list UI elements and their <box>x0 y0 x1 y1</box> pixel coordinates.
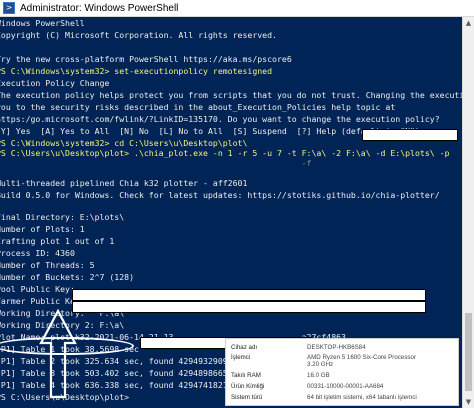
info-label: Takılı RAM <box>231 372 261 379</box>
info-value: AMD Ryzen 5 1600 Six-Core Processor <box>307 354 417 361</box>
info-value: 16.0 GB <box>307 372 330 379</box>
info-label: İşlemci <box>231 354 251 361</box>
info-label: Ürün Kimliği <box>231 383 265 390</box>
redaction-box <box>72 289 426 301</box>
console-line: you to the security risks described in t… <box>0 102 396 112</box>
scroll-up-icon[interactable]: ▲ <box>463 17 474 29</box>
console-line: Final Directory: E:\plots\ <box>0 212 125 222</box>
info-label: Sistem türü <box>231 394 263 401</box>
console-line: Try the new cross-platform PowerShell ht… <box>0 54 292 64</box>
info-row: Takılı RAM 16.0 GB <box>231 372 455 382</box>
info-row: Sistem türü 64 bit işletim sistemi, x64 … <box>231 394 455 404</box>
console-line: Number of Buckets: 2^7 (128) <box>0 272 135 282</box>
console-line: Number of Plots: 1 <box>0 224 85 234</box>
redaction-box <box>72 301 426 313</box>
console-line: Execution Policy Change <box>0 78 110 88</box>
info-row: Ürün Kimliği 00331-10000-00001-AA684 <box>231 383 455 393</box>
powershell-icon: > <box>3 2 15 14</box>
console-line: Pool Public Key: <box>0 284 75 294</box>
scroll-down-icon[interactable]: ▼ <box>463 396 474 408</box>
console-line: -f <box>0 158 312 168</box>
info-row: 3.20 GHz <box>231 361 455 371</box>
info-value: 64 bit işletim sistemi, x64 tabanlı işle… <box>307 394 417 401</box>
info-label: Cihaz adı <box>231 344 258 351</box>
console-line: Number of Threads: 5 <box>0 260 95 270</box>
console-line: Build 0.5.0 for Windows. Check for lates… <box>0 190 440 200</box>
vertical-scrollbar[interactable]: ▲ ▼ <box>462 17 474 408</box>
console-line: https:/go.microsoft.com/fwlink/?LinkID=1… <box>0 114 440 124</box>
info-value: 00331-10000-00001-AA684 <box>307 383 384 390</box>
window-titlebar[interactable]: > Administrator: Windows PowerShell <box>0 0 474 17</box>
scrollbar-thumb[interactable] <box>465 313 472 391</box>
console-line: Process ID: 4360 <box>0 248 75 258</box>
info-value: DESKTOP-HKB6S84 <box>307 344 366 351</box>
console-line: The execution policy helps protect you f… <box>0 90 463 100</box>
window-title: Administrator: Windows PowerShell <box>20 2 179 14</box>
console-line: Windows PowerShell <box>0 18 85 28</box>
system-info-panel: Cihaz adı DESKTOP-HKB6S84 İşlemci AMD Ry… <box>225 338 459 406</box>
console-line: Copyright (C) Microsoft Corporation. All… <box>0 30 277 40</box>
console-line: Multi-threaded pipelined Chia k32 plotte… <box>0 178 248 188</box>
up-arrow-icon <box>39 308 77 399</box>
console-line: Crafting plot 1 out of 1 <box>0 236 115 246</box>
console-line-command: PS C:\Windows\system32> set-executionpol… <box>0 66 273 76</box>
redaction-box <box>362 129 458 141</box>
info-value: 3.20 GHz <box>307 361 334 368</box>
info-row: Cihaz adı DESKTOP-HKB6S84 <box>231 344 455 354</box>
